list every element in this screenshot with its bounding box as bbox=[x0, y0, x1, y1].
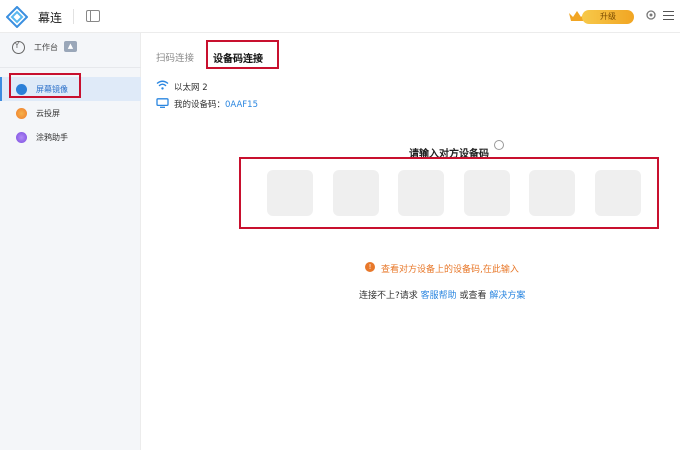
title-bar: 幕连 升级 bbox=[0, 0, 680, 33]
app-title: 幕连 bbox=[38, 11, 63, 25]
network-name: 以太网 2 bbox=[174, 83, 208, 93]
customer-service-link[interactable]: 客服帮助 bbox=[421, 291, 457, 301]
device-code-prefix: 我的设备码： bbox=[174, 100, 226, 110]
device-code-value: 0AAF15 bbox=[225, 100, 258, 110]
code-input-group bbox=[267, 170, 643, 216]
sidebar-item-cloud-cast[interactable]: 云投屏 bbox=[0, 101, 141, 125]
tab-device-code-connect[interactable]: 设备码连接 bbox=[213, 50, 263, 65]
doodle-icon bbox=[16, 132, 27, 143]
help-prefix: 连接不上?请求 bbox=[359, 291, 421, 301]
upgrade-button[interactable]: 升级 bbox=[582, 10, 634, 24]
code-digit-input[interactable] bbox=[398, 170, 444, 216]
code-digit-input[interactable] bbox=[529, 170, 575, 216]
device-code-text: 我的设备码：0AAF15 bbox=[174, 98, 258, 110]
code-digit-input[interactable] bbox=[267, 170, 313, 216]
main-panel: 扫码连接 设备码连接 以太网 2 我的设备码：0AAF15 请输入对方设备码 !… bbox=[141, 33, 680, 450]
workspace-label: 工作台 bbox=[34, 43, 58, 52]
code-digit-input[interactable] bbox=[595, 170, 641, 216]
hint-text: 查看对方设备上的设备码,在此输入 bbox=[381, 265, 519, 275]
app-logo-icon bbox=[6, 6, 28, 28]
settings-icon[interactable] bbox=[644, 8, 658, 22]
sidebar-divider bbox=[0, 67, 141, 68]
help-middle: 或查看 bbox=[456, 291, 490, 301]
menu-icon[interactable] bbox=[663, 11, 674, 21]
wifi-icon bbox=[156, 80, 169, 90]
screen-mirror-icon bbox=[16, 84, 27, 95]
sidebar-item-label: 屏幕镜像 bbox=[36, 85, 68, 94]
monitor-icon bbox=[156, 98, 169, 108]
app-window: 幕连 升级 工作台 ▲ 屏幕镜像 云投屏 涂鸦助手 bbox=[0, 0, 680, 450]
info-icon: ! bbox=[365, 262, 375, 272]
solution-link[interactable]: 解决方案 bbox=[489, 291, 525, 301]
help-tooltip-icon[interactable] bbox=[494, 140, 504, 150]
code-digit-input[interactable] bbox=[333, 170, 379, 216]
sidebar-toggle-icon[interactable] bbox=[86, 10, 100, 22]
sidebar-item-label: 云投屏 bbox=[36, 109, 60, 118]
workspace-entry[interactable]: 工作台 ▲ bbox=[0, 33, 141, 61]
tab-scan-connect[interactable]: 扫码连接 bbox=[156, 50, 194, 64]
code-digit-input[interactable] bbox=[464, 170, 510, 216]
sidebar-item-doodle[interactable]: 涂鸦助手 bbox=[0, 125, 141, 149]
sidebar: 工作台 ▲ 屏幕镜像 云投屏 涂鸦助手 bbox=[0, 33, 141, 450]
cloud-cast-icon bbox=[16, 108, 27, 119]
workspace-icon bbox=[12, 41, 25, 54]
workspace-badge-icon: ▲ bbox=[64, 41, 77, 52]
title-divider bbox=[73, 9, 74, 24]
help-row: 连接不上?请求 客服帮助 或查看 解决方案 bbox=[359, 288, 525, 301]
code-prompt-title: 请输入对方设备码 bbox=[409, 149, 489, 160]
sidebar-item-label: 涂鸦助手 bbox=[36, 133, 68, 142]
sidebar-item-screen-mirror[interactable]: 屏幕镜像 bbox=[0, 77, 141, 101]
